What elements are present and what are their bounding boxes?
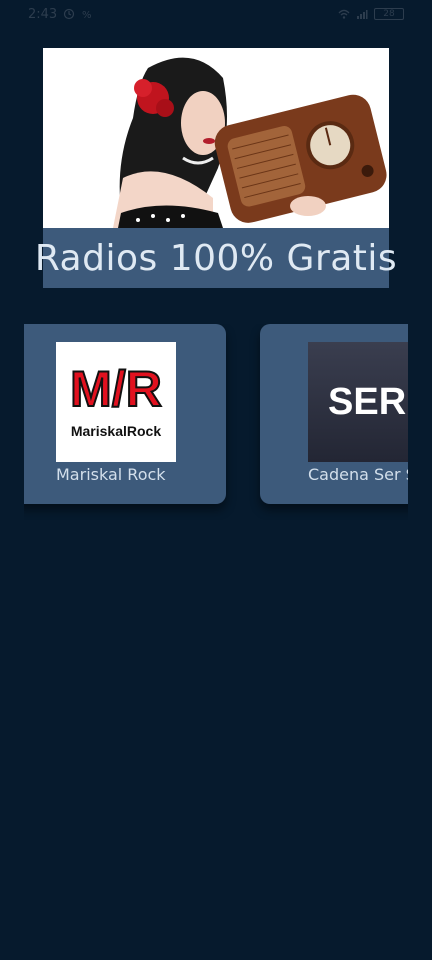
station-card[interactable]: SER Cadena Ser S (260, 324, 408, 504)
station-name: Mariskal Rock (56, 465, 166, 484)
hero-banner: Radios 100% Gratis (35, 48, 397, 288)
status-bar: 2:43 % 28 (0, 0, 432, 28)
svg-text:%: % (82, 10, 92, 20)
woman-with-radio-illustration (43, 48, 389, 228)
station-card[interactable]: M/R MariskalRock Mariskal Rock (24, 324, 226, 504)
svg-text:SER: SER (328, 381, 406, 423)
svg-text:M/R: M/R (70, 361, 162, 417)
stations-carousel[interactable]: M/R MariskalRock Mariskal Rock SER Caden… (24, 324, 408, 520)
hero-title: Radios 100% Gratis (34, 237, 398, 279)
station-name: Cadena Ser S (308, 465, 408, 484)
wifi-icon (338, 9, 350, 19)
station-logo-cadena-ser: SER (308, 342, 408, 462)
hero-title-bar: Radios 100% Gratis (35, 228, 397, 288)
percent-icon: % (82, 10, 92, 20)
status-time: 2:43 (28, 6, 58, 22)
svg-text:MariskalRock: MariskalRock (71, 423, 161, 439)
battery-level: 28 (383, 9, 395, 19)
station-logo-mariskal-rock: M/R MariskalRock (56, 342, 176, 462)
status-right: 28 (338, 8, 404, 20)
hero-image (43, 48, 389, 228)
sync-icon (64, 8, 75, 20)
mariskal-rock-logo: M/R MariskalRock (56, 342, 176, 462)
cadena-ser-logo: SER (308, 342, 408, 462)
signal-icon (357, 10, 368, 19)
battery-icon: 28 (374, 8, 404, 20)
status-left: 2:43 % (28, 7, 93, 22)
